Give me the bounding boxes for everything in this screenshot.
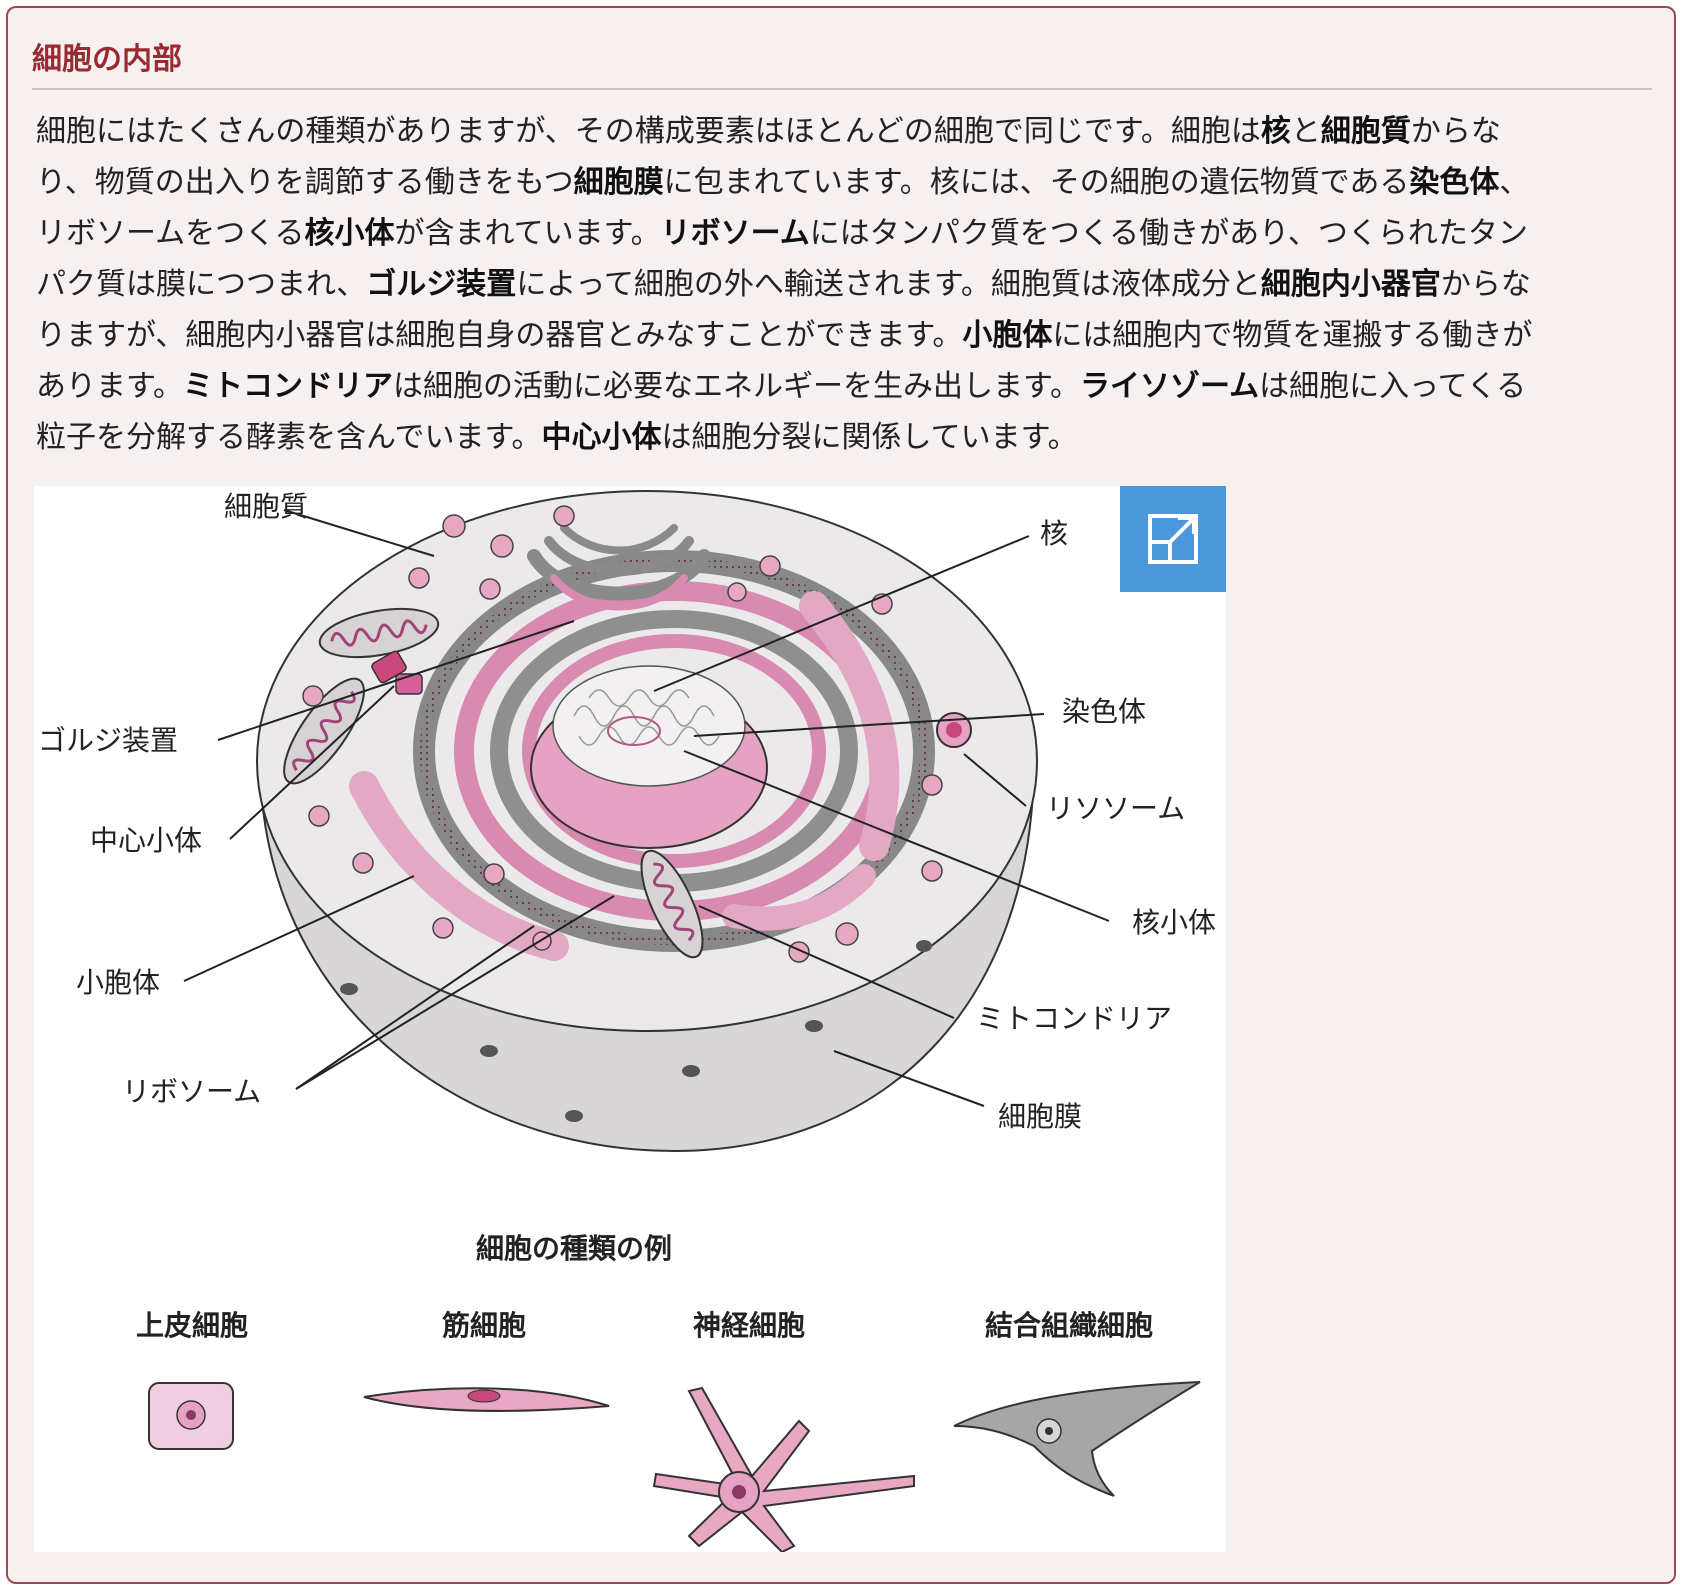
label-mitochondria: ミトコンドリア bbox=[976, 1002, 1172, 1035]
body-text: によって細胞の外へ輸送されます。細胞質は液体成分と bbox=[516, 267, 1261, 302]
label-nucleus: 核 bbox=[1040, 517, 1068, 550]
bold-term: 染色体 bbox=[1409, 165, 1500, 200]
body-text: にはタンパク質をつくる働きがあり、つくられたタン bbox=[809, 216, 1528, 251]
body-text: 細胞にはたくさんの種類がありますが、その構成要素はほとんどの細胞で同じです。細胞… bbox=[36, 114, 1261, 149]
cell-illustration: 細胞質 ゴルジ装置 中心小体 小胞体 リボソーム 核 染色体 リソソーム 核小体… bbox=[38, 490, 1216, 1552]
muscle-cell-drawing bbox=[363, 1387, 610, 1412]
section-panel: 細胞の内部 細胞にはたくさんの種類がありますが、その構成要素はほとんどの細胞で同… bbox=[6, 6, 1676, 1584]
label-lysosome: リソソーム bbox=[1046, 792, 1185, 825]
body-text: には細胞内で物質を運搬する働きが bbox=[1052, 318, 1533, 353]
bold-term: ミトコンドリア bbox=[183, 369, 393, 404]
label-ribosome: リボソーム bbox=[122, 1075, 261, 1108]
body-text: は細胞分裂に関係しています。 bbox=[661, 420, 1078, 455]
body-line: 細胞にはたくさんの種類がありますが、その構成要素はほとんどの細胞で同じです。細胞… bbox=[36, 106, 1660, 157]
bold-term: 核 bbox=[1260, 114, 1291, 149]
body-line: リボソームをつくる核小体が含まれています。リボソームにはタンパク質をつくる働きが… bbox=[36, 208, 1660, 259]
body-text: が含まれています。 bbox=[394, 216, 661, 251]
bold-term: 核小体 bbox=[304, 216, 395, 251]
body-text: あります。 bbox=[36, 369, 183, 404]
label-connective: 結合組織細胞 bbox=[985, 1309, 1153, 1342]
nerve-cell-drawing bbox=[652, 1386, 915, 1552]
body-line: りますが、細胞内小器官は細胞自身の器官とみなすことができます。小胞体には細胞内で… bbox=[36, 310, 1660, 361]
connective-cell-drawing bbox=[953, 1381, 1201, 1497]
label-membrane: 細胞膜 bbox=[998, 1100, 1082, 1133]
body-text: に包まれています。核には、その細胞の遺伝物質である bbox=[663, 165, 1410, 200]
label-er: 小胞体 bbox=[76, 966, 160, 999]
label-muscle: 筋細胞 bbox=[442, 1309, 526, 1342]
body-line: り、物質の出入りを調節する働きをもつ細胞膜に包まれています。核には、その細胞の遺… bbox=[36, 157, 1660, 208]
cell-types-title: 細胞の種類の例 bbox=[476, 1232, 672, 1265]
label-centriole: 中心小体 bbox=[90, 824, 202, 857]
label-chromosome: 染色体 bbox=[1062, 695, 1146, 728]
body-text: りますが、細胞内小器官は細胞自身の器官とみなすことができます。 bbox=[36, 318, 963, 353]
body-line: 粒子を分解する酵素を含んでいます。中心小体は細胞分裂に関係しています。 bbox=[36, 412, 1660, 463]
body-text: は細胞の活動に必要なエネルギーを生み出します。 bbox=[393, 369, 1080, 404]
label-cytoplasm: 細胞質 bbox=[224, 490, 308, 523]
bold-term: ライソゾーム bbox=[1080, 369, 1260, 404]
epithelial-cell-drawing bbox=[148, 1382, 234, 1450]
label-golgi: ゴルジ装置 bbox=[38, 724, 178, 757]
bold-term: ゴルジ装置 bbox=[366, 267, 517, 302]
body-text: と bbox=[1290, 114, 1321, 149]
expand-image-button[interactable] bbox=[1120, 486, 1226, 592]
body-line: あります。ミトコンドリアは細胞の活動に必要なエネルギーを生み出します。ライソゾー… bbox=[36, 361, 1660, 412]
label-nucleolus: 核小体 bbox=[1132, 906, 1216, 939]
bold-term: 細胞膜 bbox=[573, 165, 664, 200]
cell-figure: 細胞質 ゴルジ装置 中心小体 小胞体 リボソーム 核 染色体 リソソーム 核小体… bbox=[34, 486, 1226, 1552]
body-text: り、物質の出入りを調節する働きをもつ bbox=[36, 165, 574, 200]
body-text: パク質は膜につつまれ、 bbox=[36, 267, 367, 302]
bold-term: リボソーム bbox=[660, 216, 810, 251]
body-paragraph: 細胞にはたくさんの種類がありますが、その構成要素はほとんどの細胞で同じです。細胞… bbox=[36, 106, 1660, 463]
bold-term: 細胞質 bbox=[1320, 114, 1411, 149]
body-text: は細胞に入ってくる bbox=[1259, 369, 1527, 404]
body-text: リボソームをつくる bbox=[36, 216, 305, 251]
title-divider bbox=[32, 88, 1652, 90]
body-text: からな bbox=[1440, 267, 1531, 302]
bold-term: 小胞体 bbox=[962, 318, 1053, 353]
body-line: パク質は膜につつまれ、ゴルジ装置によって細胞の外へ輸送されます。細胞質は液体成分… bbox=[36, 259, 1660, 310]
body-text: からな bbox=[1410, 114, 1501, 149]
label-epithelial: 上皮細胞 bbox=[136, 1309, 248, 1342]
body-text: 粒子を分解する酵素を含んでいます。 bbox=[36, 420, 542, 455]
expand-icon bbox=[1148, 514, 1198, 564]
bold-term: 中心小体 bbox=[541, 420, 662, 455]
bold-term: 細胞内小器官 bbox=[1260, 267, 1441, 302]
section-title: 細胞の内部 bbox=[32, 42, 182, 77]
label-nerve: 神経細胞 bbox=[693, 1309, 805, 1342]
body-text: 、 bbox=[1499, 165, 1530, 200]
